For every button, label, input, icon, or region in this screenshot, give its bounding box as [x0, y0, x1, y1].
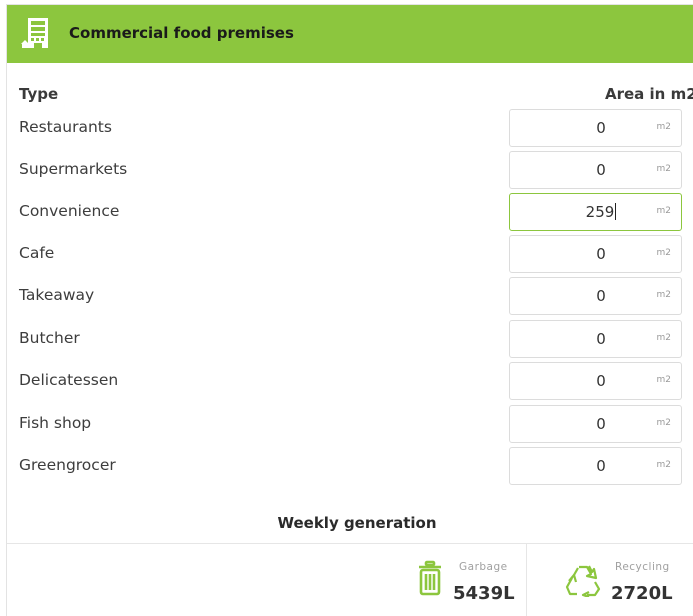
delicatessen-area-input[interactable]: 0 m2	[509, 362, 682, 400]
text-caret	[615, 203, 617, 220]
row-supermarkets: Supermarkets 0 m2	[7, 151, 693, 189]
row-label: Supermarkets	[19, 160, 128, 178]
garbage-label: Garbage	[459, 561, 508, 573]
row-convenience: Convenience 259 m2	[7, 193, 693, 231]
commercial-food-premises-panel: Commercial food premises Type Area in m2…	[6, 4, 693, 616]
panel-title: Commercial food premises	[69, 24, 294, 42]
takeaway-area-input[interactable]: 0 m2	[509, 277, 682, 315]
recycle-icon	[565, 563, 601, 601]
cafe-area-input[interactable]: 0 m2	[509, 235, 682, 273]
type-column-header: Type	[19, 85, 59, 103]
row-takeaway: Takeaway 0 m2	[7, 277, 693, 315]
unit-label: m2	[656, 290, 672, 300]
row-fish-shop: Fish shop 0 m2	[7, 405, 693, 443]
unit-label: m2	[656, 248, 672, 258]
butcher-area-input[interactable]: 0 m2	[509, 320, 682, 358]
supermarkets-area-input[interactable]: 0 m2	[509, 151, 682, 189]
panel-header: Commercial food premises	[7, 5, 693, 63]
row-label: Restaurants	[19, 118, 112, 136]
trash-bin-icon	[417, 560, 443, 600]
area-column-header: Area in m2	[605, 85, 693, 103]
convenience-area-input[interactable]: 259 m2	[509, 193, 682, 231]
row-label: Cafe	[19, 244, 55, 262]
row-restaurants: Restaurants 0 m2	[7, 109, 693, 147]
unit-label: m2	[656, 418, 672, 428]
input-value: 259	[585, 203, 615, 221]
divider	[526, 544, 527, 616]
unit-label: m2	[656, 164, 672, 174]
building-icon	[20, 16, 50, 50]
recycling-value: 2720L	[611, 583, 673, 604]
row-label: Butcher	[19, 329, 80, 347]
row-greengrocer: Greengrocer 0 m2	[7, 447, 693, 485]
row-delicatessen: Delicatessen 0 m2	[7, 362, 693, 400]
row-cafe: Cafe 0 m2	[7, 235, 693, 273]
fish-shop-area-input[interactable]: 0 m2	[509, 405, 682, 443]
row-label: Takeaway	[19, 286, 95, 304]
row-label: Convenience	[19, 202, 120, 220]
unit-label: m2	[656, 122, 672, 132]
row-label: Greengrocer	[19, 456, 116, 474]
row-label: Delicatessen	[19, 371, 119, 389]
unit-label: m2	[656, 375, 672, 385]
row-label: Fish shop	[19, 414, 92, 432]
recycling-label: Recycling	[615, 561, 670, 573]
row-butcher: Butcher 0 m2	[7, 320, 693, 358]
greengrocer-area-input[interactable]: 0 m2	[509, 447, 682, 485]
unit-label: m2	[656, 206, 672, 216]
weekly-generation-heading: Weekly generation	[277, 514, 437, 532]
divider	[7, 543, 693, 544]
unit-label: m2	[656, 460, 672, 470]
unit-label: m2	[656, 333, 672, 343]
restaurants-area-input[interactable]: 0 m2	[509, 109, 682, 147]
garbage-value: 5439L	[453, 583, 515, 604]
